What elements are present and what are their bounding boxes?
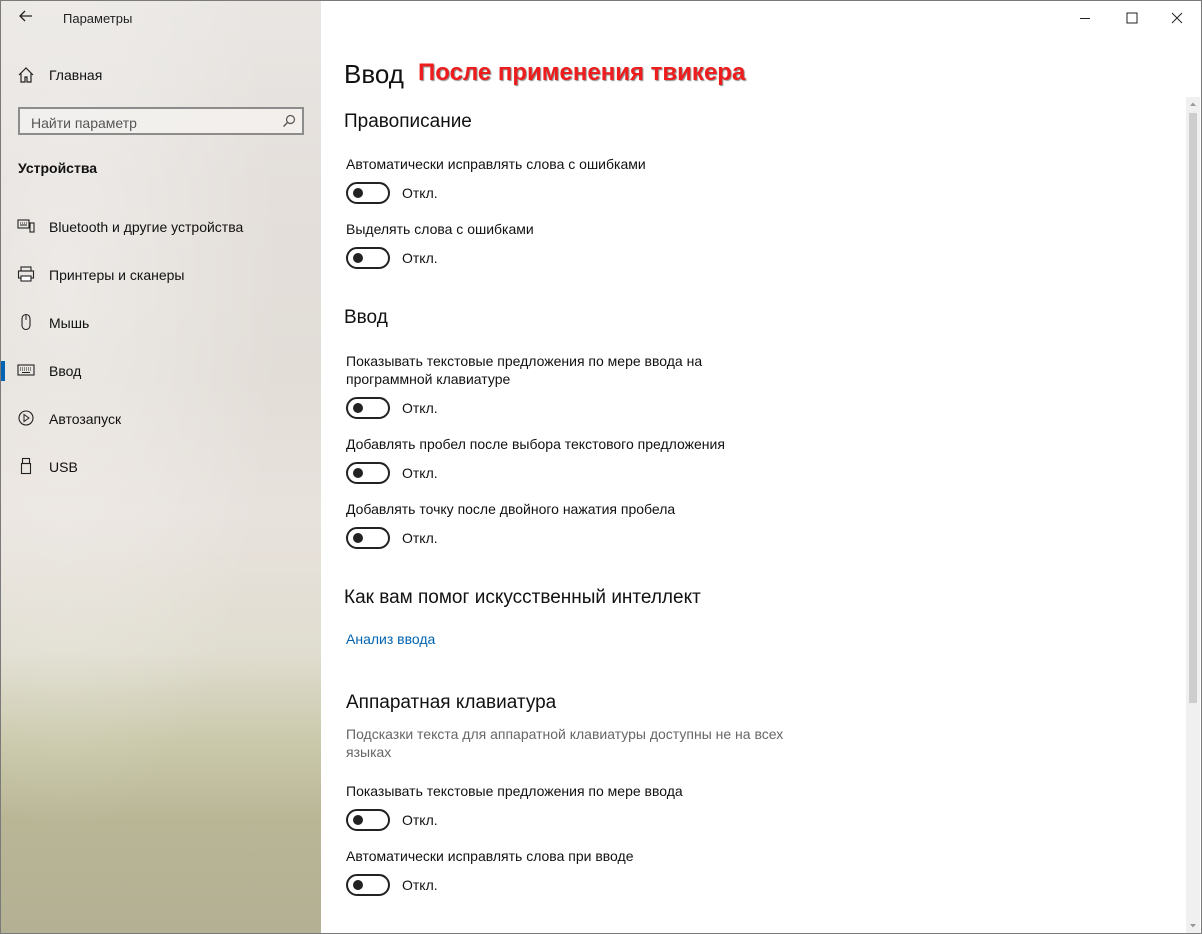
sidebar-item-label: USB bbox=[49, 459, 78, 475]
page-title: Ввод bbox=[344, 59, 404, 89]
sidebar-item-mouse[interactable]: Мышь bbox=[1, 303, 321, 343]
heading-hardware-keyboard: Аппаратная клавиатура bbox=[346, 692, 557, 713]
sidebar-item-typing[interactable]: Ввод bbox=[1, 351, 321, 391]
setting-label-double-space-period: Добавлять точку после двойного нажатия п… bbox=[346, 501, 676, 517]
toggle-state: Откл. bbox=[402, 877, 438, 893]
toggle-switch[interactable] bbox=[346, 247, 390, 269]
sidebar-item-label: Автозапуск bbox=[49, 411, 122, 427]
toggle-state: Откл. bbox=[402, 465, 438, 481]
search-icon[interactable] bbox=[282, 114, 296, 128]
sidebar-item-label: Bluetooth и другие устройства bbox=[49, 219, 244, 235]
setting-label-text-suggestions-soft: Показывать текстовые предложения по мере… bbox=[346, 353, 703, 387]
toggle-switch[interactable] bbox=[346, 527, 390, 549]
sidebar: Параметры Главная Устройства Bluetooth и… bbox=[1, 1, 321, 933]
toggle-state: Откл. bbox=[402, 812, 438, 828]
scrollbar-thumb[interactable] bbox=[1189, 113, 1197, 703]
content-pane: Ввод После применения твикера Правописан… bbox=[344, 1, 1174, 933]
search-box[interactable] bbox=[18, 107, 304, 135]
hardware-keyboard-note: Подсказки текста для аппаратной клавиату… bbox=[346, 726, 784, 760]
sidebar-item-autoplay[interactable]: Автозапуск bbox=[1, 399, 321, 439]
setting-label-add-space: Добавлять пробел после выбора текстового… bbox=[346, 436, 725, 452]
sidebar-item-home[interactable]: Главная bbox=[17, 64, 297, 86]
toggle-state: Откл. bbox=[402, 530, 438, 546]
toggle-state: Откл. bbox=[402, 250, 438, 266]
sidebar-item-bluetooth[interactable]: Bluetooth и другие устройства bbox=[1, 207, 321, 247]
sidebar-item-printers[interactable]: Принтеры и сканеры bbox=[1, 255, 321, 295]
back-arrow-icon[interactable] bbox=[15, 7, 37, 29]
toggle-switch[interactable] bbox=[346, 182, 390, 204]
setting-label-hw-suggestions: Показывать текстовые предложения по мере… bbox=[346, 783, 683, 799]
setting-label-highlight-misspelled: Выделять слова с ошибками bbox=[346, 221, 534, 237]
scroll-down-icon[interactable] bbox=[1186, 919, 1200, 933]
toggle-highlight-misspelled[interactable]: Откл. bbox=[346, 247, 546, 269]
toggle-switch[interactable] bbox=[346, 874, 390, 896]
typing-insights-link[interactable]: Анализ ввода bbox=[346, 631, 435, 647]
mouse-icon bbox=[17, 313, 35, 331]
toggle-state: Откл. bbox=[402, 400, 438, 416]
heading-spelling: Правописание bbox=[344, 111, 472, 132]
home-label: Главная bbox=[49, 67, 103, 83]
title-bar: Параметры bbox=[1, 1, 321, 35]
section-label-devices: Устройства bbox=[18, 160, 98, 176]
sidebar-item-label: Принтеры и сканеры bbox=[49, 267, 185, 283]
keyboard-icon bbox=[17, 361, 35, 379]
settings-window: Параметры Главная Устройства Bluetooth и… bbox=[0, 0, 1202, 934]
toggle-hw-autocorrect[interactable]: Откл. bbox=[346, 874, 546, 896]
toggle-switch[interactable] bbox=[346, 809, 390, 831]
toggle-text-suggestions-soft[interactable]: Откл. bbox=[346, 397, 546, 419]
setting-label-hw-autocorrect: Автоматически исправлять слова при вводе bbox=[346, 848, 634, 864]
toggle-switch[interactable] bbox=[346, 397, 390, 419]
sidebar-item-usb[interactable]: USB bbox=[1, 447, 321, 487]
setting-label-autocorrect: Автоматически исправлять слова с ошибкам… bbox=[346, 156, 646, 172]
annotation-overlay: После применения твикера bbox=[418, 59, 746, 86]
toggle-add-space[interactable]: Откл. bbox=[346, 462, 546, 484]
heading-typing: Ввод bbox=[344, 307, 388, 328]
scroll-up-icon[interactable] bbox=[1186, 97, 1200, 111]
toggle-switch[interactable] bbox=[346, 462, 390, 484]
sidebar-item-label: Мышь bbox=[49, 315, 90, 331]
search-input[interactable] bbox=[29, 113, 273, 133]
home-icon bbox=[17, 66, 35, 84]
toggle-double-space-period[interactable]: Откл. bbox=[346, 527, 546, 549]
sidebar-item-label: Ввод bbox=[49, 363, 82, 379]
app-title: Параметры bbox=[63, 11, 133, 26]
bluetooth-devices-icon bbox=[17, 217, 35, 235]
toggle-autocorrect[interactable]: Откл. bbox=[346, 182, 546, 204]
active-indicator bbox=[1, 361, 5, 381]
usb-icon bbox=[17, 457, 35, 475]
heading-ai-help: Как вам помог искусственный интеллект bbox=[344, 587, 701, 608]
printer-icon bbox=[17, 265, 35, 283]
toggle-state: Откл. bbox=[402, 185, 438, 201]
toggle-hw-suggestions[interactable]: Откл. bbox=[346, 809, 546, 831]
autoplay-icon bbox=[17, 409, 35, 427]
vertical-scrollbar[interactable] bbox=[1186, 97, 1200, 933]
